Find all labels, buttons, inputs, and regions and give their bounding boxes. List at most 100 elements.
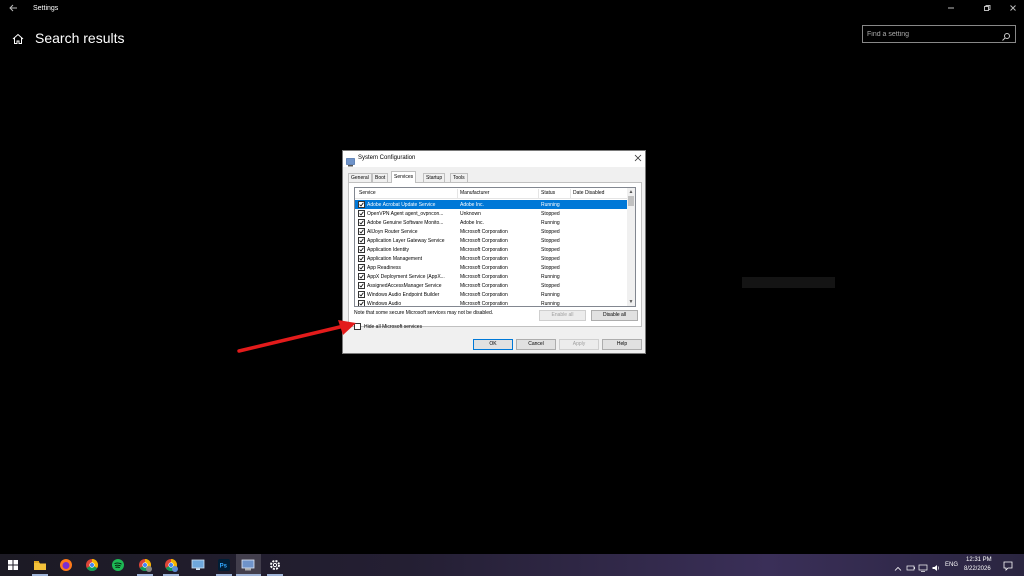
clock-date[interactable]: 8/22/2026 [964, 566, 991, 572]
home-icon[interactable] [11, 32, 25, 46]
battery-icon[interactable] [906, 560, 916, 571]
service-checkbox[interactable] [358, 300, 365, 306]
service-row[interactable]: Application Identity Microsoft Corporatio… [355, 245, 627, 254]
file-explorer-icon[interactable] [32, 557, 48, 573]
language-indicator[interactable]: ENG [945, 562, 958, 568]
service-name: Adobe Genuine Software Monito... [367, 220, 444, 226]
apply-button[interactable]: Apply [559, 339, 599, 350]
hide-microsoft-services-label[interactable]: Hide all Microsoft services [364, 324, 422, 330]
service-manufacturer: Adobe Inc. [460, 202, 484, 208]
search-icon[interactable] [1001, 29, 1011, 41]
service-row[interactable]: AllJoyn Router Service Microsoft Corporat… [355, 227, 627, 236]
enable-all-button[interactable]: Enable all [539, 310, 586, 321]
help-button[interactable]: Help [602, 339, 642, 350]
minimize-button[interactable] [944, 3, 958, 15]
column-header-service[interactable]: Service [359, 190, 376, 199]
windows-start-icon[interactable] [5, 557, 21, 573]
service-row[interactable]: Adobe Acrobat Update Service Adobe Inc. Ru… [355, 200, 627, 209]
services-list[interactable]: Service Manufacturer Status Date Disable… [354, 187, 636, 307]
service-row[interactable]: Adobe Genuine Software Monito... Adobe In… [355, 218, 627, 227]
service-checkbox[interactable] [358, 282, 365, 289]
column-header-date-disabled[interactable]: Date Disabled [573, 190, 604, 199]
service-checkbox[interactable] [358, 246, 365, 253]
service-checkbox[interactable] [358, 228, 365, 235]
service-row[interactable]: OpenVPN Agent agent_ovpncon... Unknown Sto… [355, 209, 627, 218]
cancel-button[interactable]: Cancel [516, 339, 556, 350]
service-checkbox[interactable] [358, 264, 365, 271]
tab-boot[interactable]: Boot [372, 173, 389, 182]
service-row[interactable]: App Readiness Microsoft Corporation Stoppe… [355, 263, 627, 272]
spotify-icon[interactable] [110, 557, 126, 573]
settings-gear-icon[interactable] [267, 557, 283, 573]
service-row[interactable]: Application Layer Gateway Service Microso… [355, 236, 627, 245]
taskbar: Ps ENG 12:31 PM 8/22/2026 [0, 554, 1024, 576]
service-checkbox[interactable] [358, 255, 365, 262]
scroll-down-icon[interactable]: ▼ [627, 298, 635, 306]
desktop-screen: Settings Search results System Configura… [0, 0, 1024, 576]
network-icon[interactable] [918, 560, 928, 572]
service-row[interactable]: Application Management Microsoft Corporat… [355, 254, 627, 263]
search-input[interactable] [867, 28, 997, 40]
service-manufacturer: Adobe Inc. [460, 220, 484, 226]
service-name: Application Layer Gateway Service [367, 238, 445, 244]
notifications-icon[interactable] [1002, 559, 1014, 571]
service-row[interactable]: AppX Deployment Service (AppX... Microsof… [355, 272, 627, 281]
service-status: Running [541, 220, 560, 226]
search-box[interactable] [862, 25, 1016, 43]
tab-tools[interactable]: Tools [450, 173, 468, 182]
service-checkbox[interactable] [358, 210, 365, 217]
back-arrow-icon[interactable] [8, 3, 18, 15]
restore-button[interactable] [980, 3, 994, 15]
service-status: Stopped [541, 265, 560, 271]
column-separator[interactable] [570, 189, 571, 198]
column-header-status[interactable]: Status [541, 190, 555, 199]
service-manufacturer: Microsoft Corporation [460, 229, 508, 235]
system-configuration-icon[interactable] [240, 557, 256, 573]
close-window-button[interactable] [1006, 3, 1020, 15]
remote-desktop-icon[interactable] [190, 557, 206, 573]
tab-general[interactable]: General [348, 173, 372, 182]
service-manufacturer: Microsoft Corporation [460, 265, 508, 271]
service-status: Stopped [541, 247, 560, 253]
service-checkbox[interactable] [358, 219, 365, 226]
service-row[interactable]: Windows Audio Microsoft Corporation Runnin… [355, 299, 627, 307]
chrome-icon[interactable] [163, 557, 179, 573]
service-manufacturer: Microsoft Corporation [460, 247, 508, 253]
firefox-icon[interactable] [58, 557, 74, 573]
service-status: Stopped [541, 256, 560, 262]
chrome-icon[interactable] [137, 557, 153, 573]
disable-all-button[interactable]: Disable all [591, 310, 638, 321]
column-separator[interactable] [457, 189, 458, 198]
chrome-icon[interactable] [84, 557, 100, 573]
service-checkbox[interactable] [358, 273, 365, 280]
service-status: Running [541, 274, 560, 280]
ok-button[interactable]: OK [473, 339, 513, 350]
service-manufacturer: Microsoft Corporation [460, 283, 508, 289]
system-configuration-icon [346, 154, 355, 167]
service-row[interactable]: Windows Audio Endpoint Builder Microsoft … [355, 290, 627, 299]
service-manufacturer: Microsoft Corporation [460, 301, 508, 307]
service-manufacturer: Microsoft Corporation [460, 274, 508, 280]
service-checkbox[interactable] [358, 291, 365, 298]
volume-icon[interactable] [931, 560, 941, 571]
dialog-close-button[interactable] [632, 153, 644, 165]
column-header-manufacturer[interactable]: Manufacturer [460, 190, 489, 199]
service-row[interactable]: AssignedAccessManager Service Microsoft C… [355, 281, 627, 290]
page-title: Search results [35, 30, 125, 46]
list-header: Service Manufacturer Status Date Disable… [355, 188, 627, 199]
scroll-up-icon[interactable]: ▲ [627, 188, 635, 196]
tab-services[interactable]: Services [391, 171, 417, 183]
clock-time[interactable]: 12:31 PM [966, 557, 992, 563]
service-name: App Readiness [367, 265, 401, 271]
service-checkbox[interactable] [358, 237, 365, 244]
tab-startup[interactable]: Startup [423, 173, 446, 182]
show-hidden-icons-chevron-icon[interactable] [894, 560, 902, 571]
service-manufacturer: Microsoft Corporation [460, 292, 508, 298]
photoshop-icon[interactable]: Ps [216, 557, 232, 573]
scroll-thumb[interactable] [628, 196, 634, 206]
service-status: Stopped [541, 229, 560, 235]
service-status: Stopped [541, 211, 560, 217]
service-checkbox[interactable] [358, 201, 365, 208]
list-scrollbar[interactable]: ▲ ▼ [627, 188, 635, 306]
column-separator[interactable] [538, 189, 539, 198]
